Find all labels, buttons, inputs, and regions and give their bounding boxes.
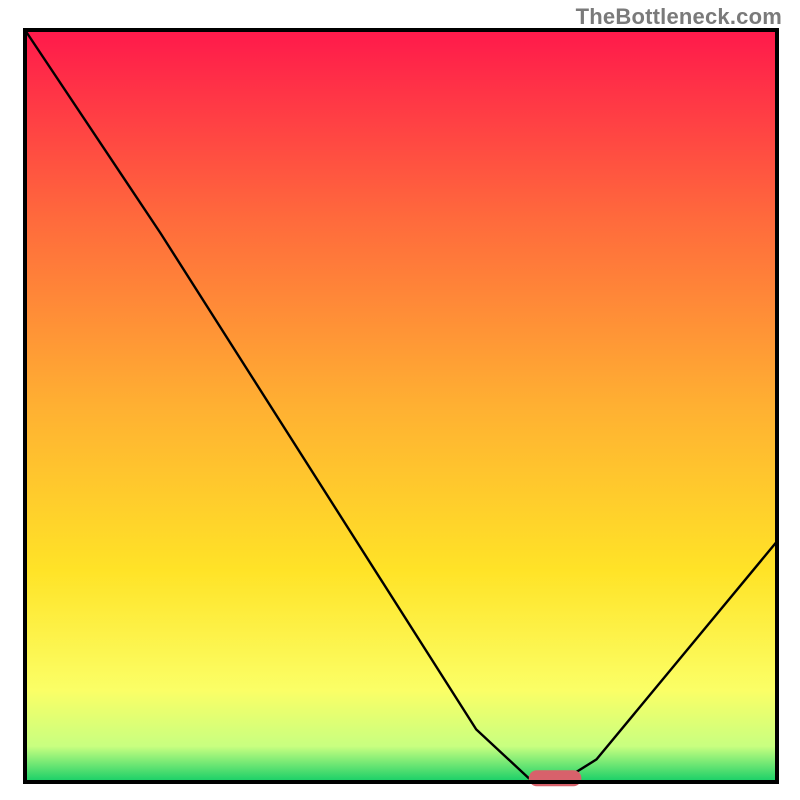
bottleneck-chart (0, 0, 800, 800)
chart-stage: TheBottleneck.com (0, 0, 800, 800)
watermark-text: TheBottleneck.com (576, 4, 782, 30)
plot-background (27, 32, 775, 780)
